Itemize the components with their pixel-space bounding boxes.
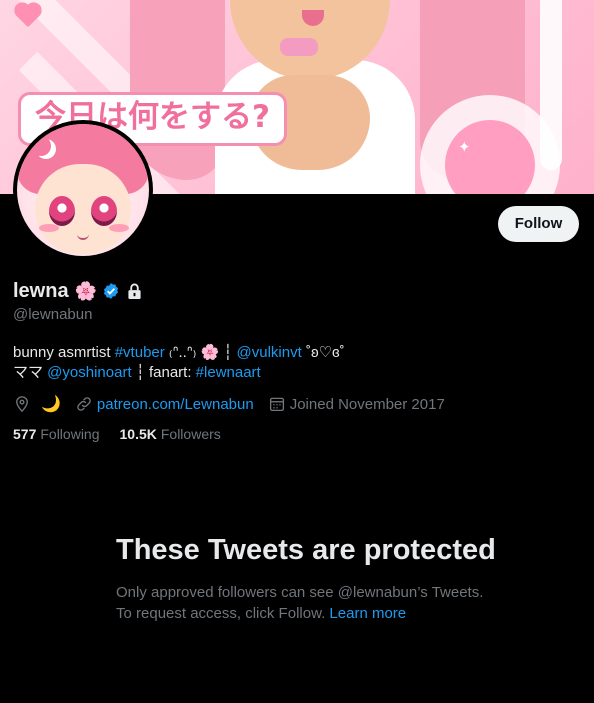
verified-badge-icon[interactable]	[102, 282, 120, 300]
bio-text: ₍ᐢ..ᐢ₎ 🌸 ┆	[164, 344, 237, 361]
website-link[interactable]: patreon.com/Lewnabun	[97, 396, 254, 413]
location-pin-icon	[16, 396, 28, 413]
hashtag-link[interactable]: #lewnaart	[196, 364, 261, 381]
protected-notice: These Tweets are protected Only approved…	[116, 533, 496, 624]
calendar-icon	[269, 397, 284, 412]
protected-text: Only approved followers can see @lewnabu…	[116, 584, 484, 622]
learn-more-link[interactable]: Learn more	[329, 605, 406, 622]
following-stat[interactable]: 577 Following	[13, 426, 100, 442]
joined-date: Joined November 2017	[268, 395, 445, 413]
avatar-art	[91, 196, 117, 226]
bio-line: ママ @yoshinoart ┆ fanart: #lewnaart	[13, 363, 533, 383]
moon-icon	[31, 136, 51, 156]
bio-line: bunny asmrtist #vtuber ₍ᐢ..ᐢ₎ 🌸 ┆ @vulki…	[13, 343, 533, 363]
bio-text: ママ	[13, 364, 48, 381]
handle: @lewnabun	[13, 306, 93, 323]
followers-stat[interactable]: 10.5K Followers	[120, 426, 221, 442]
follow-button[interactable]: Follow	[498, 206, 579, 242]
following-label: Following	[40, 426, 100, 442]
heart-icon	[16, 4, 40, 28]
mention-link[interactable]: @yoshinoart	[47, 364, 131, 381]
bio-text: bunny asmrtist	[13, 344, 115, 361]
sparkle-icon: ✦	[458, 139, 471, 156]
followers-label: Followers	[160, 426, 221, 442]
profile-name-row: lewna 🌸	[13, 279, 142, 303]
avatar-art	[39, 224, 59, 232]
profile-meta: 🌙 patreon.com/Lewnabun Joined November 2…	[13, 393, 459, 415]
hashtag-link[interactable]: #vtuber	[115, 344, 165, 361]
banner-art	[280, 38, 318, 56]
protected-body: Only approved followers can see @lewnabu…	[116, 582, 496, 624]
following-count: 577	[13, 426, 37, 442]
location: 🌙	[13, 394, 61, 414]
avatar-art	[109, 224, 129, 232]
follow-stats: 577 Following 10.5K Followers	[13, 426, 241, 442]
bio-text: ˚ʚ♡ɞ˚	[301, 344, 345, 361]
cherry-blossom-emoji: 🌸	[74, 280, 97, 302]
link-icon	[77, 397, 91, 411]
display-name: lewna	[13, 279, 69, 302]
avatar[interactable]	[13, 120, 153, 260]
banner-art	[540, 0, 562, 170]
joined-text: Joined November 2017	[289, 395, 445, 413]
mention-link[interactable]: @vulkinvt	[237, 344, 302, 361]
avatar-art	[49, 196, 75, 226]
website: patreon.com/Lewnabun	[75, 395, 254, 413]
profile-bio: bunny asmrtist #vtuber ₍ᐢ..ᐢ₎ 🌸 ┆ @vulki…	[13, 343, 533, 383]
moon-emoji: 🌙	[41, 396, 61, 413]
protected-title: These Tweets are protected	[116, 534, 496, 566]
lock-icon[interactable]	[127, 283, 142, 300]
followers-count: 10.5K	[119, 426, 157, 442]
bio-text: ┆ fanart:	[131, 364, 196, 381]
